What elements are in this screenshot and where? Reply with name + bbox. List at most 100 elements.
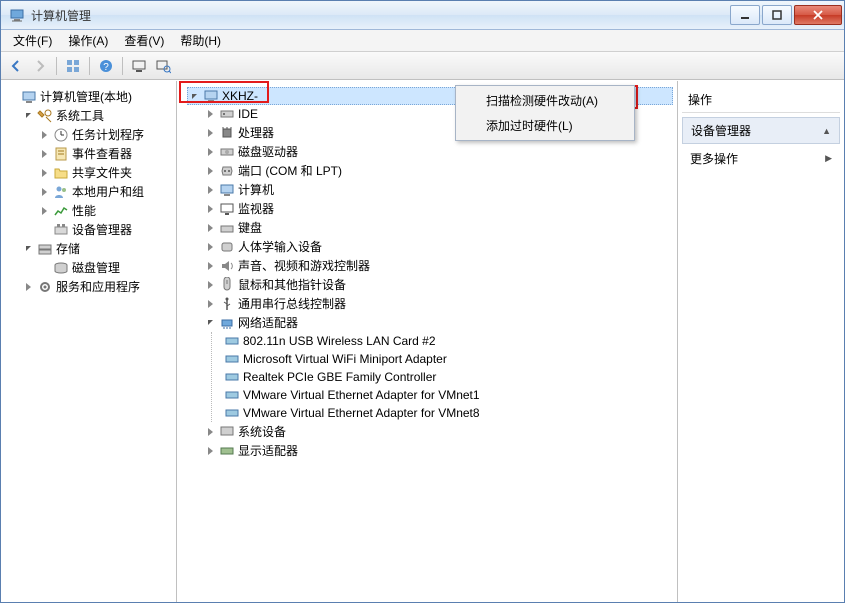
tb-help-button[interactable]: ? bbox=[95, 55, 117, 77]
tree-shared-folders[interactable]: 共享文件夹 bbox=[37, 163, 172, 182]
tree-event-viewer[interactable]: 事件查看器 bbox=[37, 144, 172, 163]
display-adapter-icon bbox=[219, 443, 235, 459]
close-button[interactable] bbox=[794, 5, 842, 25]
expand-icon[interactable] bbox=[205, 445, 216, 456]
ctx-add-legacy[interactable]: 添加过时硬件(L) bbox=[458, 113, 632, 138]
toolbar-separator bbox=[89, 57, 90, 75]
expand-icon[interactable] bbox=[39, 167, 50, 178]
tb-view-button[interactable] bbox=[62, 55, 84, 77]
tree-task-scheduler[interactable]: 任务计划程序 bbox=[37, 125, 172, 144]
expand-icon[interactable] bbox=[205, 298, 216, 309]
performance-icon bbox=[53, 203, 69, 219]
nic-icon bbox=[224, 387, 240, 403]
tree-root[interactable]: 计算机管理(本地) bbox=[5, 87, 172, 106]
device-mice[interactable]: 鼠标和其他指针设备 bbox=[203, 275, 673, 294]
expand-icon[interactable] bbox=[205, 222, 216, 233]
submenu-arrow-icon: ▶ bbox=[825, 153, 832, 164]
device-disk-drives[interactable]: 磁盘驱动器 bbox=[203, 142, 673, 161]
device-display-adapters[interactable]: 显示适配器 bbox=[203, 441, 673, 460]
maximize-button[interactable] bbox=[762, 5, 792, 25]
center-pane: XKHZ- IDE 处理器 磁盘驱动器 端口 (COM 和 LPT) 计算机 监… bbox=[177, 81, 678, 602]
expand-icon[interactable] bbox=[205, 279, 216, 290]
network-adapter-item[interactable]: 802.11n USB Wireless LAN Card #2 bbox=[222, 332, 673, 350]
app-icon bbox=[9, 7, 25, 23]
tree-performance[interactable]: 性能 bbox=[37, 201, 172, 220]
device-computers[interactable]: 计算机 bbox=[203, 180, 673, 199]
actions-header: 操作 bbox=[682, 87, 840, 113]
menu-file[interactable]: 文件(F) bbox=[5, 30, 60, 51]
device-monitors[interactable]: 监视器 bbox=[203, 199, 673, 218]
expand-icon[interactable] bbox=[205, 260, 216, 271]
folder-icon bbox=[53, 165, 69, 181]
expand-icon[interactable] bbox=[205, 184, 216, 195]
device-usb[interactable]: 通用串行总线控制器 bbox=[203, 294, 673, 313]
device-system-devices[interactable]: 系统设备 bbox=[203, 422, 673, 441]
tb-computer-button[interactable] bbox=[128, 55, 150, 77]
forward-button[interactable] bbox=[29, 55, 51, 77]
device-hid[interactable]: 人体学输入设备 bbox=[203, 237, 673, 256]
usb-icon bbox=[219, 296, 235, 312]
computer-icon bbox=[203, 88, 219, 104]
expand-icon[interactable] bbox=[189, 91, 200, 102]
more-ops-link[interactable]: 更多操作 ▶ bbox=[682, 144, 840, 173]
nic-icon bbox=[224, 369, 240, 385]
device-sound[interactable]: 声音、视频和游戏控制器 bbox=[203, 256, 673, 275]
network-icon bbox=[219, 315, 235, 331]
minimize-button[interactable] bbox=[730, 5, 760, 25]
menu-view[interactable]: 查看(V) bbox=[116, 30, 172, 51]
network-adapter-item[interactable]: Realtek PCIe GBE Family Controller bbox=[222, 368, 673, 386]
tree-disk-management[interactable]: 磁盘管理 bbox=[37, 258, 172, 277]
keyboard-icon bbox=[219, 220, 235, 236]
nic-icon bbox=[224, 351, 240, 367]
expand-icon[interactable] bbox=[39, 186, 50, 197]
toolbar-separator bbox=[56, 57, 57, 75]
tree-local-users[interactable]: 本地用户和组 bbox=[37, 182, 172, 201]
expand-icon[interactable] bbox=[23, 243, 34, 254]
back-button[interactable] bbox=[5, 55, 27, 77]
toolbar: ? bbox=[1, 52, 844, 80]
expand-icon[interactable] bbox=[205, 317, 216, 328]
nic-icon bbox=[224, 405, 240, 421]
expand-icon[interactable] bbox=[23, 281, 34, 292]
actions-section[interactable]: 设备管理器 ▲ bbox=[682, 117, 840, 144]
toolbar-separator bbox=[122, 57, 123, 75]
svg-text:?: ? bbox=[103, 62, 109, 73]
tree-device-manager[interactable]: 设备管理器 bbox=[37, 220, 172, 239]
expand-icon[interactable] bbox=[39, 205, 50, 216]
tree-system-tools[interactable]: 系统工具 bbox=[21, 106, 172, 125]
expand-icon[interactable] bbox=[39, 129, 50, 140]
expand-icon[interactable] bbox=[205, 109, 216, 120]
network-adapter-item[interactable]: VMware Virtual Ethernet Adapter for VMne… bbox=[222, 404, 673, 422]
tree-storage[interactable]: 存储 bbox=[21, 239, 172, 258]
network-adapter-item[interactable]: VMware Virtual Ethernet Adapter for VMne… bbox=[222, 386, 673, 404]
expand-icon[interactable] bbox=[23, 110, 34, 121]
actions-section-label: 设备管理器 bbox=[691, 122, 751, 139]
collapse-arrow-icon: ▲ bbox=[822, 126, 831, 136]
menu-help[interactable]: 帮助(H) bbox=[172, 30, 229, 51]
menu-action[interactable]: 操作(A) bbox=[60, 30, 116, 51]
expand-icon[interactable] bbox=[205, 241, 216, 252]
monitor-icon bbox=[219, 201, 235, 217]
pc-icon bbox=[219, 182, 235, 198]
more-ops-label: 更多操作 bbox=[690, 150, 738, 167]
device-ports[interactable]: 端口 (COM 和 LPT) bbox=[203, 161, 673, 180]
expand-icon[interactable] bbox=[205, 426, 216, 437]
expand-icon[interactable] bbox=[205, 127, 216, 138]
menubar: 文件(F) 操作(A) 查看(V) 帮助(H) bbox=[1, 30, 844, 52]
expand-icon[interactable] bbox=[205, 146, 216, 157]
expand-icon[interactable] bbox=[205, 165, 216, 176]
cpu-icon bbox=[219, 125, 235, 141]
network-adapter-item[interactable]: Microsoft Virtual WiFi Miniport Adapter bbox=[222, 350, 673, 368]
tb-scan-button[interactable] bbox=[152, 55, 174, 77]
tree-services-apps[interactable]: 服务和应用程序 bbox=[21, 277, 172, 296]
device-keyboards[interactable]: 键盘 bbox=[203, 218, 673, 237]
nic-icon bbox=[224, 333, 240, 349]
device-network-adapters[interactable]: 网络适配器 bbox=[203, 313, 673, 332]
ide-icon bbox=[219, 106, 235, 122]
ctx-scan-hardware[interactable]: 扫描检测硬件改动(A) bbox=[458, 88, 632, 113]
port-icon bbox=[219, 163, 235, 179]
expand-icon[interactable] bbox=[39, 148, 50, 159]
system-device-icon bbox=[219, 424, 235, 440]
expand-icon[interactable] bbox=[205, 203, 216, 214]
tools-icon bbox=[37, 108, 53, 124]
